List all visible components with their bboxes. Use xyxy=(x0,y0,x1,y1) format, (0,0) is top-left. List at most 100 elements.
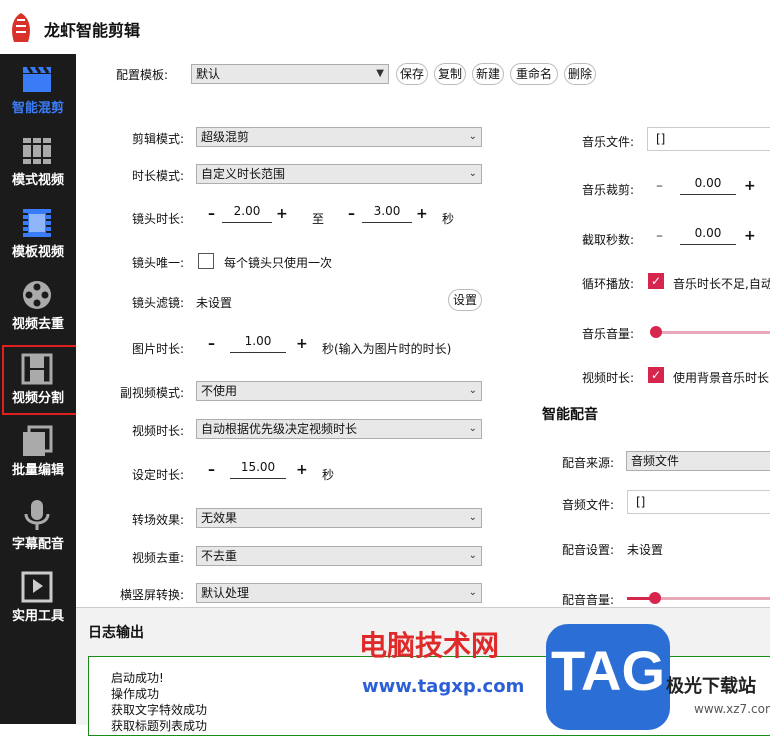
film-reel-icon xyxy=(23,281,51,309)
shot-min-input[interactable]: 2.00 xyxy=(222,202,272,223)
minus-icon[interactable]: – xyxy=(208,462,215,478)
log-line: 操作成功 xyxy=(111,687,160,701)
watermark-site: 极光下载站 xyxy=(666,676,756,697)
dubbing-settings-label: 配音设置: xyxy=(562,543,615,557)
music-file-input[interactable]: [] xyxy=(647,127,770,151)
duration-mode-value: 自定义时长范围 xyxy=(201,167,286,181)
dedup-select[interactable]: 不去重 ⌄ xyxy=(196,546,482,566)
chevron-down-icon: ⌄ xyxy=(468,168,477,179)
transition-select[interactable]: 无效果 ⌄ xyxy=(196,508,482,528)
music-trim-input[interactable]: 0.00 xyxy=(680,174,736,195)
sidebar-item-dedup[interactable]: 视频去重 xyxy=(0,272,76,344)
dubbing-source-select[interactable]: 音频文件 xyxy=(626,451,770,471)
books-icon xyxy=(23,138,51,164)
dedup-label: 视频去重: xyxy=(132,551,185,565)
dubbing-source-value: 音频文件 xyxy=(631,454,680,468)
template-toolbar: 配置模板: 默认 ▼ 保存 复制 新建 重命名 删除 xyxy=(76,62,770,86)
sidebar-item-batch-edit[interactable]: 批量编辑 xyxy=(0,418,76,490)
plus-icon[interactable]: + xyxy=(296,462,308,478)
log-title: 日志输出 xyxy=(88,625,144,641)
app-logo-icon xyxy=(12,13,30,42)
loop-checkbox[interactable]: ✓ xyxy=(648,273,664,289)
save-button[interactable]: 保存 xyxy=(396,63,428,85)
watermark-url: www.tagxp.com xyxy=(362,676,525,697)
music-trim-label: 音乐裁剪: xyxy=(582,183,635,197)
dubbing-section-title: 智能配音 xyxy=(542,407,598,423)
sidebar-item-template-video[interactable]: 模板视频 xyxy=(0,200,76,272)
app-title: 龙虾智能剪辑 xyxy=(44,21,141,40)
plus-icon[interactable]: + xyxy=(296,336,308,352)
film-template-icon xyxy=(23,209,51,237)
dedup-value: 不去重 xyxy=(201,549,238,563)
chevron-down-icon: ⌄ xyxy=(468,131,477,142)
sidebar-item-label: 模式视频 xyxy=(11,173,64,188)
video-duration-value: 自动根据优先级决定视频时长 xyxy=(201,422,358,436)
set-duration-input[interactable]: 15.00 xyxy=(230,458,286,479)
minus-icon[interactable]: – xyxy=(348,206,355,222)
sub-video-mode-value: 不使用 xyxy=(201,384,238,398)
trim-seconds-input[interactable]: 0.00 xyxy=(680,224,736,245)
duration-mode-select[interactable]: 自定义时长范围 ⌄ xyxy=(196,164,482,184)
microphone-icon xyxy=(24,500,50,530)
shot-unique-checkbox[interactable] xyxy=(198,253,214,269)
sidebar-highlight-box xyxy=(2,345,80,415)
title-bar: 龙虾智能剪辑 xyxy=(0,0,770,55)
range-to-label: 至 xyxy=(312,212,325,226)
bgm-duration-text: 使用背景音乐时长 xyxy=(673,371,770,385)
set-duration-unit: 秒 xyxy=(322,468,335,482)
chevron-down-icon: ⌄ xyxy=(468,550,477,561)
play-logo-icon xyxy=(21,571,53,603)
sidebar-item-label: 智能混剪 xyxy=(11,101,64,116)
sidebar-item-tools[interactable]: 实用工具 xyxy=(0,564,76,636)
loop-text: 音乐时长不足,自动 xyxy=(673,277,770,291)
sub-video-mode-select[interactable]: 不使用 ⌄ xyxy=(196,381,482,401)
plus-icon[interactable]: + xyxy=(416,206,428,222)
image-duration-input[interactable]: 1.00 xyxy=(230,332,286,353)
log-line: 获取文字特效成功 xyxy=(111,703,208,717)
rename-button[interactable]: 重命名 xyxy=(510,63,558,85)
audio-file-label: 音频文件: xyxy=(562,498,615,512)
delete-button[interactable]: 删除 xyxy=(564,63,596,85)
sidebar-item-mode-video[interactable]: 模式视频 xyxy=(0,128,76,200)
new-button[interactable]: 新建 xyxy=(472,63,504,85)
copy-button[interactable]: 复制 xyxy=(434,63,466,85)
template-select[interactable]: 默认 ▼ xyxy=(191,64,389,84)
minus-icon[interactable]: – xyxy=(656,178,663,194)
watermark-tag-text: TAG xyxy=(550,639,666,702)
music-volume-track[interactable] xyxy=(652,331,770,334)
bgm-duration-checkbox[interactable]: ✓ xyxy=(648,367,664,383)
chevron-down-icon: ⌄ xyxy=(468,587,477,598)
orientation-value: 默认处理 xyxy=(201,586,250,600)
sidebar-item-label: 批量编辑 xyxy=(11,463,64,478)
minus-icon[interactable]: – xyxy=(656,228,663,244)
edit-mode-value: 超级混剪 xyxy=(201,130,250,144)
sidebar-item-label: 模板视频 xyxy=(11,245,64,260)
video-duration-select[interactable]: 自动根据优先级决定视频时长 ⌄ xyxy=(196,419,482,439)
audio-file-input[interactable]: [] xyxy=(627,490,770,514)
shot-filter-value: 未设置 xyxy=(196,296,233,310)
duration-mode-label: 时长模式: xyxy=(132,169,185,183)
edit-mode-select[interactable]: 超级混剪 ⌄ xyxy=(196,127,482,147)
orientation-select[interactable]: 默认处理 ⌄ xyxy=(196,583,482,603)
shot-unique-text: 每个镜头只使用一次 xyxy=(224,256,333,270)
trim-seconds-label: 截取秒数: xyxy=(582,233,635,247)
video-duration-label: 视频时长: xyxy=(132,424,185,438)
shot-max-input[interactable]: 3.00 xyxy=(362,202,412,223)
music-volume-label: 音乐音量: xyxy=(582,327,635,341)
plus-icon[interactable]: + xyxy=(276,206,288,222)
sidebar-item-smart-mix[interactable]: 智能混剪 xyxy=(0,56,76,128)
log-line: 启动成功! xyxy=(111,671,164,685)
plus-icon[interactable]: + xyxy=(744,228,756,244)
minus-icon[interactable]: – xyxy=(208,336,215,352)
chevron-down-icon: ⌄ xyxy=(468,423,477,434)
log-line: 获取标题列表成功 xyxy=(111,719,208,733)
main-panel: 配置模板: 默认 ▼ 保存 复制 新建 重命名 删除 剪辑模式: 超级混剪 ⌄ 时… xyxy=(76,54,770,736)
filter-settings-button[interactable]: 设置 xyxy=(448,289,482,311)
image-duration-unit: 秒(输入为图片时的时长) xyxy=(322,342,452,356)
stacked-frames-icon xyxy=(23,425,53,456)
minus-icon[interactable]: – xyxy=(208,206,215,222)
plus-icon[interactable]: + xyxy=(744,178,756,194)
sidebar-item-subtitle-dub[interactable]: 字幕配音 xyxy=(0,492,76,564)
music-volume-knob[interactable] xyxy=(650,326,662,338)
dubbing-volume-knob[interactable] xyxy=(649,592,661,604)
